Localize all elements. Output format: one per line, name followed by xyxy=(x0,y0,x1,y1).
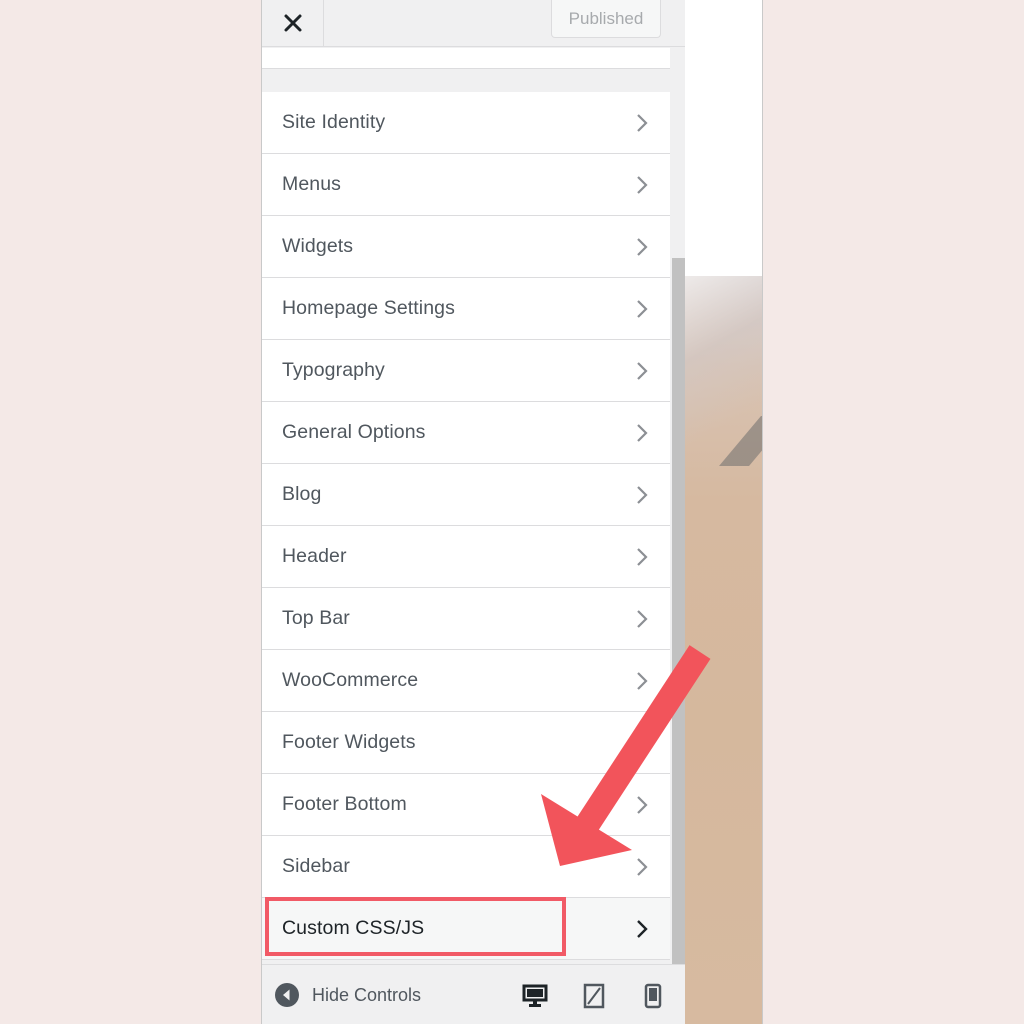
menu-item-label: Top Bar xyxy=(282,607,350,629)
chevron-right-icon xyxy=(637,361,648,380)
chevron-right-icon xyxy=(637,609,648,628)
scrollbar[interactable] xyxy=(672,258,685,964)
menu-item-label: Footer Bottom xyxy=(282,793,407,815)
menu-item-typography[interactable]: Typography xyxy=(262,340,670,402)
chevron-right-icon xyxy=(637,857,648,876)
customizer-menu: Site Identity Menus Widgets Homepage Set… xyxy=(262,92,670,960)
chevron-right-icon xyxy=(637,423,648,442)
chevron-right-icon xyxy=(637,299,648,318)
preview-tablet-button[interactable] xyxy=(577,979,611,1013)
menu-item-woocommerce[interactable]: WooCommerce xyxy=(262,650,670,712)
chevron-right-icon xyxy=(637,919,648,938)
menu-item-label: Homepage Settings xyxy=(282,297,455,319)
menu-item-footer-bottom[interactable]: Footer Bottom xyxy=(262,774,670,836)
menu-item-label: Site Identity xyxy=(282,111,386,133)
collapse-icon xyxy=(275,983,299,1007)
close-icon xyxy=(284,14,301,32)
publish-button[interactable]: Published xyxy=(551,0,661,38)
menu-item-label: Blog xyxy=(282,483,322,505)
chevron-right-icon xyxy=(637,175,648,194)
hide-controls-label: Hide Controls xyxy=(312,984,422,1005)
menu-item-footer-widgets[interactable]: Footer Widgets xyxy=(262,712,670,774)
menu-item-label: Typography xyxy=(282,359,385,381)
menu-item-label: Custom CSS/JS xyxy=(282,917,425,939)
menu-item-blog[interactable]: Blog xyxy=(262,464,670,526)
menu-item-homepage-settings[interactable]: Homepage Settings xyxy=(262,278,670,340)
menu-item-label: WooCommerce xyxy=(282,669,419,691)
customizer-footer: Hide Controls xyxy=(262,964,685,1024)
customizer-window: Published Site Identity Menus Widgets Ho… xyxy=(261,0,763,1024)
chevron-right-icon xyxy=(637,485,648,504)
menu-item-label: Sidebar xyxy=(282,855,350,877)
chevron-right-icon xyxy=(637,671,648,690)
hide-controls-button[interactable]: Hide Controls xyxy=(274,981,421,1009)
menu-item-label: Widgets xyxy=(282,235,354,257)
menu-item-header[interactable]: Header xyxy=(262,526,670,588)
preview-mobile-button[interactable] xyxy=(636,979,670,1013)
mobile-icon xyxy=(644,983,662,1009)
chevron-right-icon xyxy=(637,547,648,566)
menu-item-label: Footer Widgets xyxy=(282,731,416,753)
chevron-right-icon xyxy=(637,795,648,814)
site-preview xyxy=(685,0,762,1024)
tablet-icon xyxy=(583,983,605,1009)
menu-item-site-identity[interactable]: Site Identity xyxy=(262,92,670,154)
chevron-right-icon xyxy=(637,113,648,132)
chevron-right-icon xyxy=(637,733,648,752)
desktop-icon xyxy=(522,984,548,1007)
menu-item-label: Menus xyxy=(282,173,342,195)
customizer-panel: Published Site Identity Menus Widgets Ho… xyxy=(262,0,685,1024)
menu-item-menus[interactable]: Menus xyxy=(262,154,670,216)
menu-item-general-options[interactable]: General Options xyxy=(262,402,670,464)
customizer-header: Published xyxy=(262,0,685,47)
menu-item-label: General Options xyxy=(282,421,426,443)
menu-item-custom-css-js[interactable]: Custom CSS/JS xyxy=(262,898,670,960)
menu-item-sidebar[interactable]: Sidebar xyxy=(262,836,670,898)
menu-item-label: Header xyxy=(282,545,347,567)
chevron-right-icon xyxy=(637,237,648,256)
preview-image xyxy=(685,276,762,1024)
menu-item-widgets[interactable]: Widgets xyxy=(262,216,670,278)
section-top-strip xyxy=(262,48,670,69)
close-button[interactable] xyxy=(262,0,324,46)
menu-item-top-bar[interactable]: Top Bar xyxy=(262,588,670,650)
preview-desktop-button[interactable] xyxy=(518,979,552,1013)
